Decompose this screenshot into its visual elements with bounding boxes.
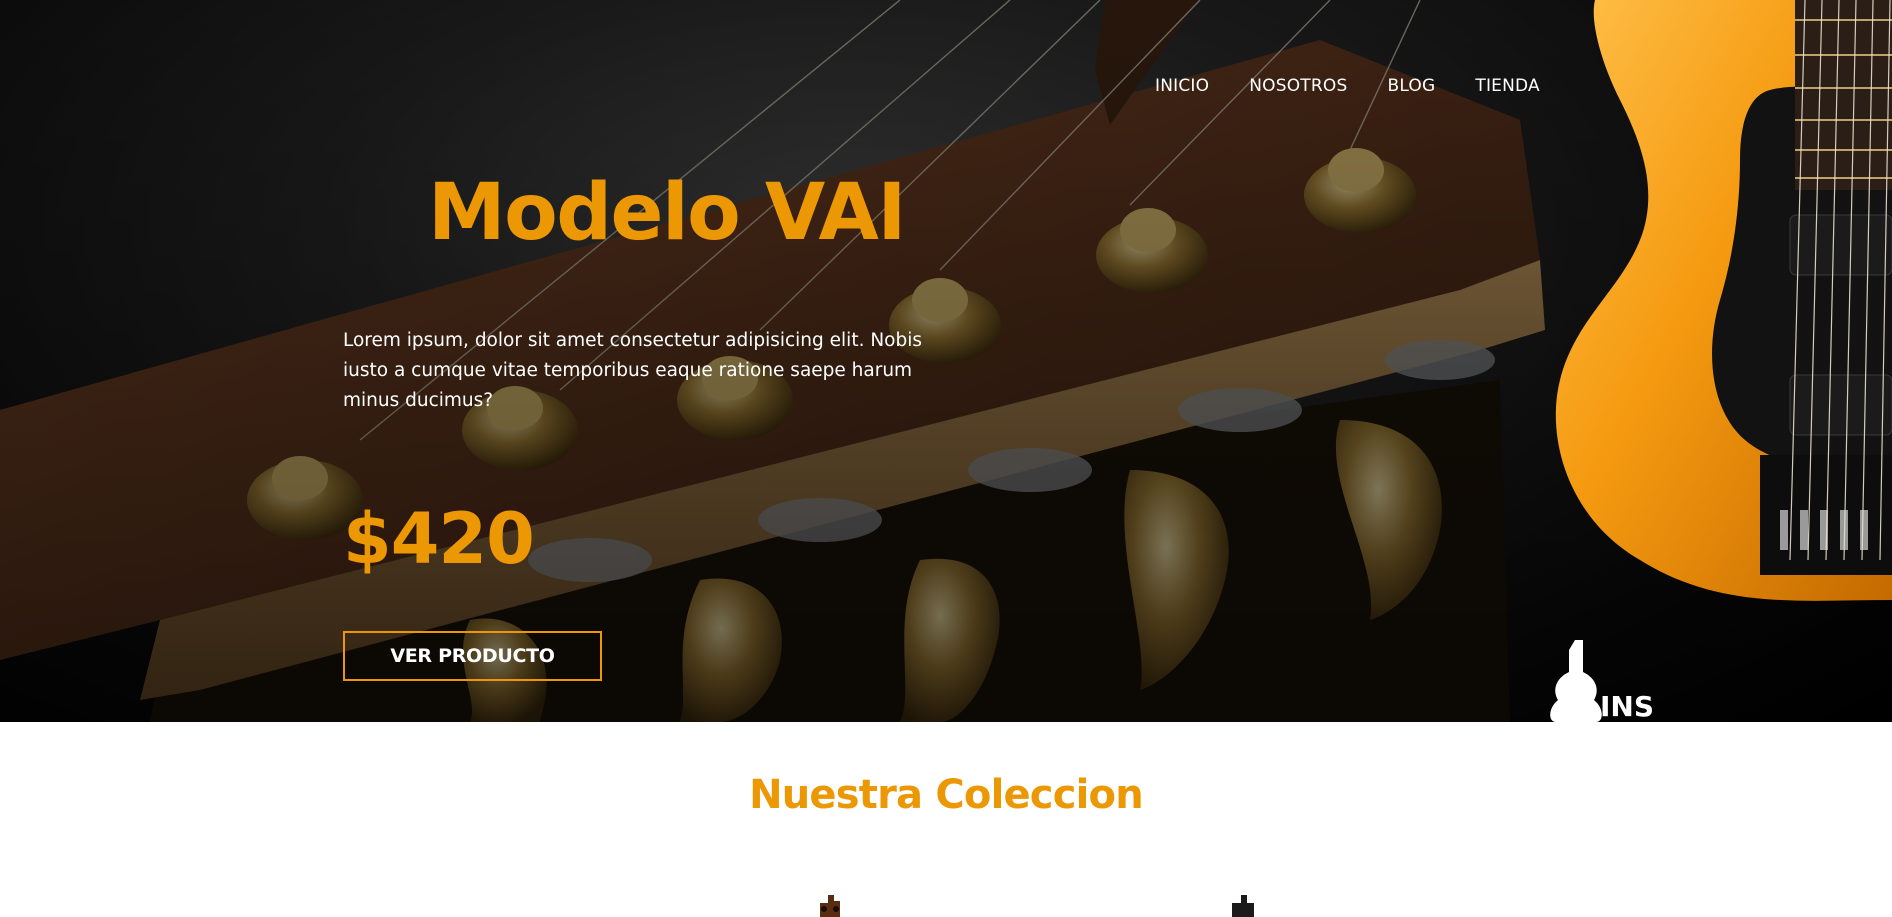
nav-link-inicio[interactable]: INICIO [1155, 76, 1209, 96]
nav-link-blog[interactable]: BLOG [1387, 76, 1435, 96]
hero-background-image [0, 0, 1892, 722]
main-nav: INICIO NOSOTROS BLOG TIENDA [1155, 76, 1540, 96]
hero-title: Modelo VAI [428, 168, 906, 258]
nav-link-nosotros[interactable]: NOSOTROS [1249, 76, 1347, 96]
hero-price: $420 [343, 498, 535, 580]
collection-title: Nuestra Coleccion [749, 772, 1144, 818]
guitar-headstock-icon [820, 895, 840, 917]
brand-label: INS [1600, 690, 1655, 722]
nav-link-tienda[interactable]: TIENDA [1475, 76, 1539, 96]
hero-description: Lorem ipsum, dolor sit amet consectetur … [343, 330, 923, 411]
view-product-button[interactable]: VER PRODUCTO [343, 631, 602, 681]
guitar-headstock-icon [1232, 895, 1254, 917]
hero-banner: INICIO NOSOTROS BLOG TIENDA Modelo VAI L… [0, 0, 1892, 722]
